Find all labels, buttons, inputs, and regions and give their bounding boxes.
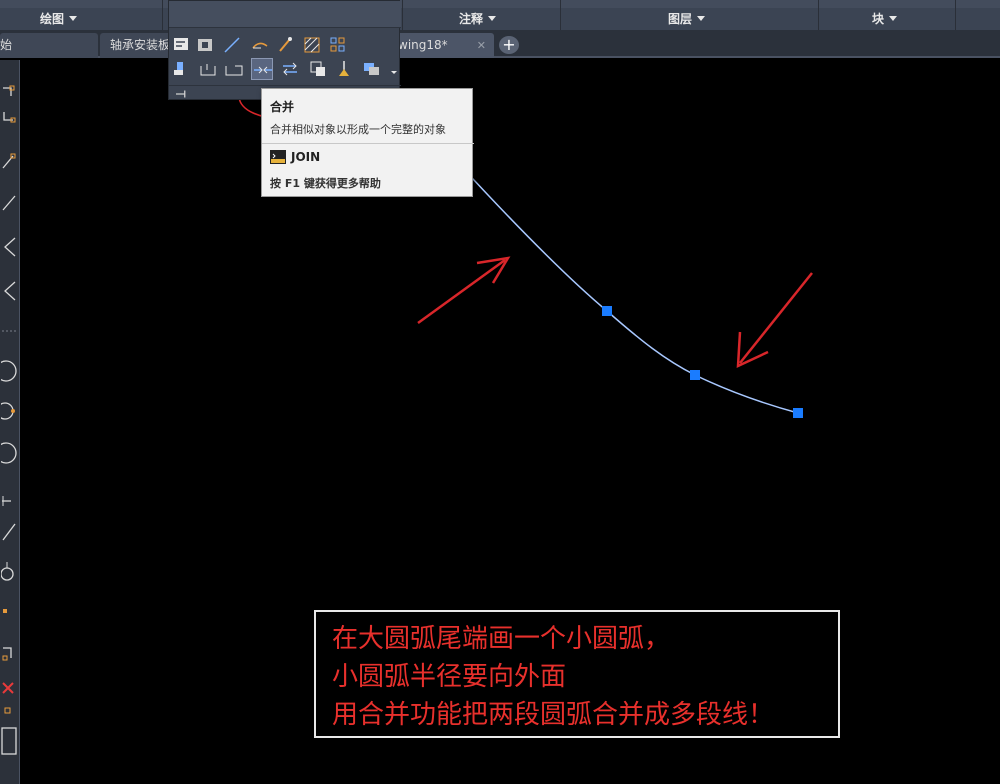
tab-bearing-plate[interactable]: 轴承安装板 xyxy=(100,33,172,58)
tooltip-command-name: JOIN xyxy=(291,150,321,164)
line-icon[interactable] xyxy=(1,192,18,214)
note-line-3: 用合并功能把两段圆弧合并成多段线！ xyxy=(332,700,775,730)
tooltip-description: 合并相似对象以形成一个完整的对象 xyxy=(270,123,446,136)
small-arc xyxy=(694,374,799,414)
grip-point[interactable] xyxy=(793,408,803,418)
circle-icon[interactable] xyxy=(0,360,18,382)
grip-point[interactable] xyxy=(602,306,612,316)
ribbon-separator xyxy=(955,0,956,30)
polyline-icon[interactable] xyxy=(1,108,18,130)
rectangle-icon[interactable] xyxy=(1,726,18,756)
reverse-icon[interactable] xyxy=(279,58,301,80)
arc-icon[interactable] xyxy=(1,280,18,302)
document-tab-bar: 始 轴承安装板 wing18* ✕ + xyxy=(0,30,1000,58)
copy-icon[interactable] xyxy=(195,34,217,56)
point-icon[interactable] xyxy=(1,700,18,722)
circle-icon[interactable] xyxy=(0,442,18,464)
join-tooltip: 合并 合并相似对象以形成一个完整的对象 JOIN 按 F1 键获得更多帮助 xyxy=(261,88,474,197)
circle-icon[interactable] xyxy=(0,560,18,582)
panel-annotate-label: 注释 xyxy=(459,12,484,26)
modify-panel-dropdown xyxy=(168,0,401,101)
panel-layers-label: 图层 xyxy=(668,12,693,26)
tooltip-divider xyxy=(262,143,474,144)
divider xyxy=(1,320,18,342)
edit-spline-icon[interactable] xyxy=(275,34,297,56)
line-icon[interactable] xyxy=(1,520,18,542)
point-icon[interactable] xyxy=(1,600,18,622)
align-icon[interactable] xyxy=(171,34,193,56)
edit-polyline-icon[interactable] xyxy=(249,34,271,56)
tooltip-help: 按 F1 键获得更多帮助 xyxy=(270,177,381,190)
tooltip-title: 合并 xyxy=(270,100,295,114)
add-tab-button[interactable]: + xyxy=(499,36,519,54)
tab-label: 始 xyxy=(0,38,13,52)
chevron-down-icon xyxy=(889,16,898,21)
ribbon-separator xyxy=(162,0,163,30)
ribbon-separator xyxy=(560,0,561,30)
line-icon[interactable] xyxy=(221,34,243,56)
ribbon-top-strip xyxy=(0,0,1000,8)
chevron-down-icon xyxy=(488,16,497,21)
panel-block[interactable]: 块 xyxy=(872,10,898,27)
arrow-annotation-right xyxy=(736,272,813,369)
polyline-icon[interactable] xyxy=(1,642,18,664)
tab-label: wing18* xyxy=(398,38,448,52)
panel-annotate[interactable]: 注释 xyxy=(459,10,497,27)
arrow-annotation-left xyxy=(417,256,511,325)
hatch-edit-icon[interactable] xyxy=(301,34,323,56)
tab-label: 轴承安装板 xyxy=(110,38,171,52)
tooltip-command: JOIN xyxy=(270,150,320,164)
panel-layers[interactable]: 图层 xyxy=(668,10,706,27)
panel-block-label: 块 xyxy=(872,12,885,26)
circle-icon[interactable] xyxy=(0,400,18,422)
join-icon[interactable] xyxy=(251,58,273,80)
ribbon-separator xyxy=(402,0,403,30)
polyline-icon[interactable] xyxy=(1,82,18,104)
tab-start[interactable]: 始 xyxy=(0,33,98,58)
tab-drawing18[interactable]: wing18* ✕ xyxy=(392,33,494,58)
break-icon[interactable] xyxy=(223,58,245,80)
break-at-point-icon[interactable] xyxy=(197,58,219,80)
line-icon[interactable] xyxy=(1,148,18,170)
command-line-icon xyxy=(270,150,286,164)
annotation-note: 在大圆弧尾端画一个小圆弧， 小圆弧半径要向外面 用合并功能把两段圆弧合并成多段线… xyxy=(314,610,840,738)
close-icon[interactable]: ✕ xyxy=(477,33,486,58)
grip-point[interactable] xyxy=(690,370,700,380)
line-icon[interactable] xyxy=(1,490,18,512)
modify-panel-top-row xyxy=(169,1,401,28)
brush-icon[interactable] xyxy=(333,58,355,80)
overkill-icon[interactable] xyxy=(307,58,329,80)
left-toolbar xyxy=(0,60,20,784)
note-line-2: 小圆弧半径要向外面 xyxy=(332,662,567,692)
chevron-down-icon xyxy=(69,16,78,21)
array-edit-icon[interactable] xyxy=(327,34,349,56)
note-line-1: 在大圆弧尾端画一个小圆弧， xyxy=(332,624,671,654)
ribbon: 绘图 注释 图层 块 xyxy=(0,0,1000,30)
arc-icon[interactable] xyxy=(1,236,18,258)
lengthen-icon[interactable] xyxy=(171,58,193,80)
large-arc xyxy=(459,164,696,376)
ribbon-separator xyxy=(818,0,819,30)
panel-draw[interactable]: 绘图 xyxy=(40,10,78,27)
pin-icon[interactable] xyxy=(173,87,193,101)
erase-icon[interactable] xyxy=(1,678,18,700)
chevron-down-icon xyxy=(697,16,706,21)
panel-draw-label: 绘图 xyxy=(40,12,65,26)
chevron-down-icon[interactable] xyxy=(383,61,397,83)
draw-order-icon[interactable] xyxy=(361,58,383,80)
